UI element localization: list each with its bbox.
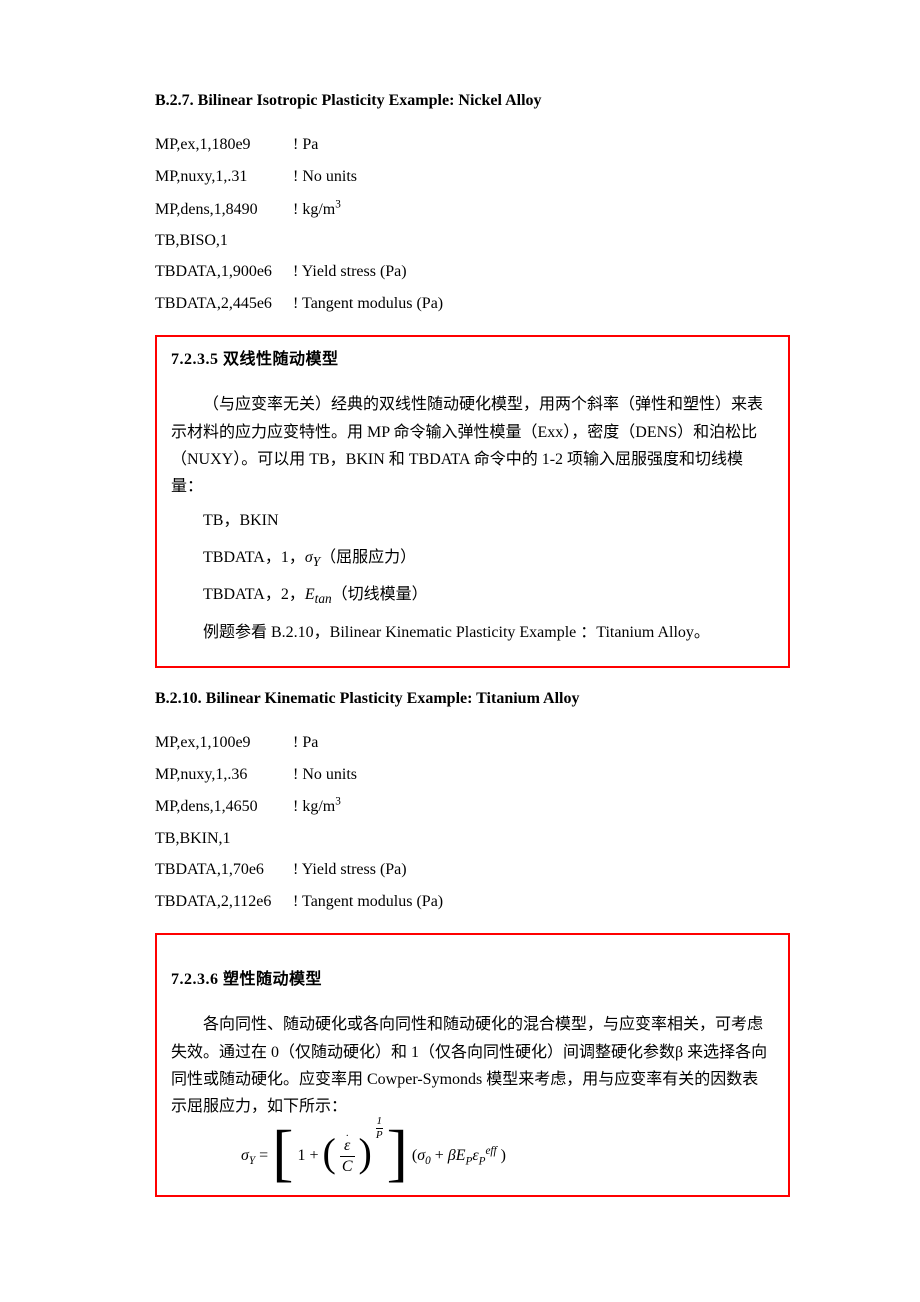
section-heading-b210: B.2.10. Bilinear Kinematic Plasticity Ex… (155, 688, 790, 710)
box-title: 7.2.3.6 塑性随动模型 (171, 969, 774, 991)
code-line: TBDATA,1,70e6! Yield stress (Pa) (155, 859, 790, 881)
comment: ! Yield stress (Pa) (293, 861, 407, 878)
code-line: TB,BKIN,1 (155, 828, 790, 850)
comment: ! kg/m3 (293, 798, 341, 815)
box-title: 7.2.3.5 双线性随动模型 (171, 349, 774, 371)
cmd: MP,ex,1,180e9 (155, 134, 293, 156)
code-block-nickel: MP,ex,1,180e9! Pa MP,nuxy,1,.31! No unit… (155, 134, 790, 315)
cmd: TB,BISO,1 (155, 230, 293, 252)
code-block-titanium: MP,ex,1,100e9! Pa MP,nuxy,1,.36! No unit… (155, 732, 790, 913)
comment: ! Pa (293, 136, 318, 153)
cmd: TBDATA,1,900e6 (155, 261, 293, 283)
tbdata-yield: TBDATA，1，σY（屈服应力） (171, 543, 774, 575)
cmd: TBDATA,2,112e6 (155, 891, 293, 913)
code-line: MP,nuxy,1,.31! No units (155, 166, 790, 188)
tbdata-tangent: TBDATA，2，Etan（切线模量） (171, 580, 774, 612)
code-line: MP,ex,1,180e9! Pa (155, 134, 790, 156)
tb-command: TB，BKIN (171, 506, 774, 536)
highlight-box-7235: 7.2.3.5 双线性随动模型 （与应变率无关）经典的双线性随动硬化模型，用两个… (155, 335, 790, 668)
code-line: MP,dens,1,8490! kg/m3 (155, 197, 790, 221)
comment: ! Tangent modulus (Pa) (293, 893, 443, 910)
code-line: MP,dens,1,4650! kg/m3 (155, 795, 790, 819)
cmd: MP,dens,1,4650 (155, 796, 293, 818)
cmd: MP,nuxy,1,.31 (155, 166, 293, 188)
cmd: MP,nuxy,1,.36 (155, 764, 293, 786)
code-line: MP,ex,1,100e9! Pa (155, 732, 790, 754)
cmd: TBDATA,1,70e6 (155, 859, 293, 881)
comment: ! kg/m3 (293, 201, 341, 218)
comment: ! Tangent modulus (Pa) (293, 295, 443, 312)
cmd: TB,BKIN,1 (155, 828, 293, 850)
comment: ! No units (293, 168, 357, 185)
code-line: TB,BISO,1 (155, 230, 790, 252)
highlight-box-7236: 7.2.3.6 塑性随动模型 各向同性、随动硬化或各向同性和随动硬化的混合模型，… (155, 933, 790, 1197)
box-paragraph: 各向同性、随动硬化或各向同性和随动硬化的混合模型，与应变率相关，可考虑失效。通过… (171, 1011, 774, 1120)
cmd: TBDATA,2,445e6 (155, 293, 293, 315)
code-line: TBDATA,1,900e6! Yield stress (Pa) (155, 261, 790, 283)
cmd: MP,dens,1,8490 (155, 199, 293, 221)
cmd: MP,ex,1,100e9 (155, 732, 293, 754)
comment: ! No units (293, 766, 357, 783)
comment: ! Pa (293, 734, 318, 751)
comment: ! Yield stress (Pa) (293, 263, 407, 280)
section-heading-b27: B.2.7. Bilinear Isotropic Plasticity Exa… (155, 90, 790, 112)
box-reference: 例题参看 B.2.10，Bilinear Kinematic Plasticit… (171, 618, 774, 648)
code-line: TBDATA,2,112e6! Tangent modulus (Pa) (155, 891, 790, 913)
code-line: TBDATA,2,445e6! Tangent modulus (Pa) (155, 293, 790, 315)
box-paragraph: （与应变率无关）经典的双线性随动硬化模型，用两个斜率（弹性和塑性）来表示材料的应… (171, 391, 774, 500)
yield-stress-equation: σY = [ 1 + ( . ε C ) 1 P ] (σ0 + βEPεPef… (241, 1138, 774, 1175)
code-line: MP,nuxy,1,.36! No units (155, 764, 790, 786)
